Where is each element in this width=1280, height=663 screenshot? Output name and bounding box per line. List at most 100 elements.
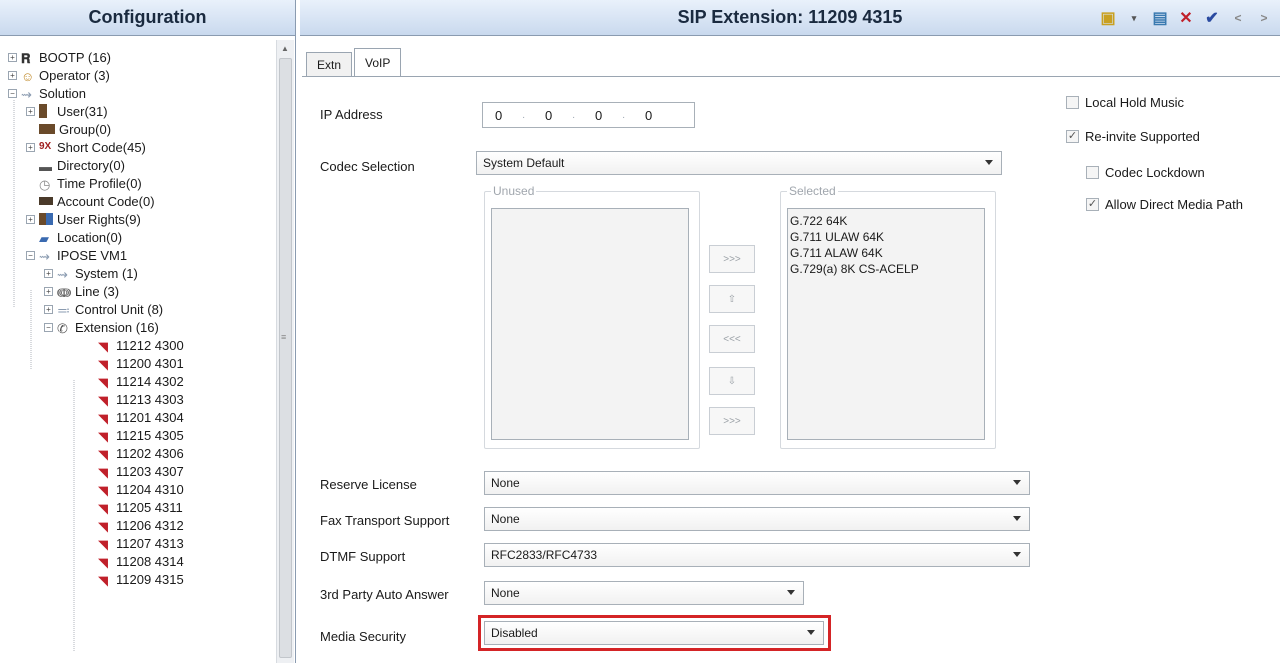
next-button[interactable]: > — [1254, 8, 1274, 28]
ip-address-field[interactable]: 0 . 0 . 0 . 0 — [482, 102, 695, 128]
tree-item-user-rights[interactable]: + User Rights(9) — [26, 210, 141, 228]
scroll-up-icon[interactable]: ▲ — [281, 44, 289, 53]
tree-item-system[interactable]: + ⇝ System (1) — [44, 264, 138, 282]
tree-item-user[interactable]: + User(31) — [26, 102, 108, 120]
tree-item-label: User Rights(9) — [57, 211, 141, 227]
tree-item-extension-entry[interactable]: ◥ 11213 4303 — [98, 390, 184, 409]
dtmf-support-label: DTMF Support — [320, 549, 406, 564]
reserve-license-select[interactable]: None — [484, 471, 1030, 495]
tree-item-group[interactable]: Group(0) — [39, 120, 111, 138]
tree-item-label: 11208 4314 — [116, 553, 184, 569]
tree-item-directory[interactable]: ▬ Directory(0) — [39, 156, 125, 175]
tree-item-account-code[interactable]: Account Code(0) — [39, 192, 155, 210]
reinvite-supported-checkbox[interactable]: ✓ — [1066, 130, 1079, 143]
tree-item-extension-entry[interactable]: ◥ 11206 4312 — [98, 516, 184, 535]
expand-icon[interactable]: + — [26, 142, 35, 152]
dtmf-support-select[interactable]: RFC2833/RFC4733 — [484, 543, 1030, 567]
media-security-select[interactable]: Disabled — [484, 621, 824, 645]
selected-codecs-list[interactable]: G.722 64K G.711 ULAW 64K G.711 ALAW 64K … — [787, 208, 985, 440]
tree-item-extension-entry[interactable]: ◥ 11215 4305 — [98, 426, 184, 445]
tree-item-operator[interactable]: + ☺ Operator (3) — [8, 66, 110, 84]
tree-item-label: Location(0) — [57, 229, 123, 245]
local-hold-music-label: Local Hold Music — [1085, 95, 1184, 110]
tree-item-ipose-vm1[interactable]: − ⇝ IPOSE VM1 — [26, 246, 127, 264]
tab-voip[interactable]: VoIP — [354, 48, 402, 76]
shortcode-icon: 9X — [39, 141, 52, 152]
tree-item-extension-entry[interactable]: ◥ 11201 4304 — [98, 408, 184, 427]
collapse-icon[interactable]: − — [26, 250, 35, 260]
chevron-down-icon — [1013, 552, 1021, 557]
tree-item-location[interactable]: ▰ Location(0) — [39, 228, 123, 247]
tree-item-time-profile[interactable]: ◷ Time Profile(0) — [39, 174, 142, 193]
arrow-down-icon: ⇩ — [727, 375, 737, 387]
collapse-icon[interactable]: − — [8, 88, 17, 98]
ip-octet-4[interactable]: 0 — [645, 108, 652, 123]
delete-icon[interactable]: ✕ — [1176, 8, 1196, 28]
tree-item-solution[interactable]: − ⇝ Solution — [8, 84, 86, 102]
dropdown-icon[interactable]: ▾ — [1124, 8, 1144, 28]
scroll-grip-icon: ≡ — [281, 332, 287, 342]
expand-icon[interactable]: + — [26, 106, 35, 116]
prev-button[interactable]: < — [1228, 8, 1248, 28]
reinvite-supported-checkbox-row[interactable]: ✓ Re-invite Supported — [1066, 129, 1200, 144]
collapse-icon[interactable]: − — [44, 322, 53, 332]
unused-codecs-list[interactable] — [491, 208, 689, 440]
tree-item-line[interactable]: + ↈ Line (3) — [44, 282, 119, 300]
expand-icon[interactable]: + — [8, 70, 17, 80]
tree-item-extension-entry[interactable]: ◥ 11207 4313 — [98, 534, 184, 553]
local-hold-music-checkbox-row[interactable]: Local Hold Music — [1066, 95, 1184, 110]
list-item[interactable]: G.711 ULAW 64K — [788, 229, 984, 245]
tree-item-bootp[interactable]: + 𝐑 BOOTP (16) — [8, 48, 111, 66]
add-all-codecs-button[interactable]: >>> — [709, 407, 755, 435]
allow-direct-media-path-checkbox[interactable]: ✓ — [1086, 198, 1099, 211]
move-down-button[interactable]: ⇩ — [709, 367, 755, 395]
list-item[interactable]: G.729(a) 8K CS-ACELP — [788, 261, 984, 277]
list-item[interactable]: G.711 ALAW 64K — [788, 245, 984, 261]
auto-answer-label: 3rd Party Auto Answer — [320, 587, 449, 602]
save-icon[interactable]: ▤ — [1150, 8, 1170, 28]
ip-octet-2[interactable]: 0 — [545, 108, 552, 123]
scroll-thumb[interactable] — [279, 58, 292, 658]
expand-icon[interactable]: + — [26, 214, 35, 224]
codec-lockdown-checkbox-row[interactable]: Codec Lockdown — [1086, 165, 1205, 180]
tree-item-extension-entry[interactable]: ◥ 11202 4306 — [98, 444, 184, 463]
expand-icon[interactable]: + — [44, 268, 53, 278]
tree-item-label: Control Unit (8) — [75, 301, 164, 317]
list-item[interactable]: G.722 64K — [788, 213, 984, 229]
ok-icon[interactable]: ✔ — [1202, 8, 1222, 28]
auto-answer-select[interactable]: None — [484, 581, 804, 605]
tree-item-extension-entry[interactable]: ◥ 11214 4302 — [98, 372, 184, 391]
tree-item-extension-entry[interactable]: ◥ 11200 4301 — [98, 354, 184, 373]
tab-extn[interactable]: Extn — [306, 52, 353, 76]
selected-codecs-title: Selected — [787, 184, 838, 198]
tree-item-extension-entry[interactable]: ◥ 11205 4311 — [98, 498, 183, 517]
new-icon[interactable]: ▣ — [1098, 8, 1118, 28]
configuration-title: Configuration — [0, 0, 295, 36]
tree-item-control-unit[interactable]: + ≕ Control Unit (8) — [44, 300, 163, 318]
tree-scrollbar[interactable]: ▲ ≡ — [276, 40, 294, 663]
codec-selection-select[interactable]: System Default — [476, 151, 1002, 175]
tree-item-extension-entry[interactable]: ◥ 11204 4310 — [98, 480, 184, 499]
ip-address-label: IP Address — [320, 107, 383, 122]
tree-item-short-code[interactable]: + 9X Short Code(45) — [26, 138, 146, 156]
tree-item-extension[interactable]: − ✆ Extension (16) — [44, 318, 159, 336]
remove-codec-button[interactable]: <<< — [709, 325, 755, 353]
allow-direct-media-path-checkbox-row[interactable]: ✓ Allow Direct Media Path — [1086, 197, 1243, 212]
reserve-license-value: None — [491, 476, 520, 490]
tab-bar: Extn VoIP — [306, 48, 403, 76]
add-codec-button[interactable]: >>> — [709, 245, 755, 273]
bootp-icon: 𝐑 — [21, 51, 31, 66]
ip-octet-3[interactable]: 0 — [595, 108, 602, 123]
codec-lockdown-checkbox[interactable] — [1086, 166, 1099, 179]
ip-octet-1[interactable]: 0 — [495, 108, 502, 123]
tree-item-extension-entry[interactable]: ◥ 11208 4314 — [98, 552, 184, 571]
tree-item-extension-entry[interactable]: ◥ 11203 4307 — [98, 462, 184, 481]
expand-icon[interactable]: + — [8, 52, 17, 62]
move-up-button[interactable]: ⇧ — [709, 285, 755, 313]
fax-transport-select[interactable]: None — [484, 507, 1030, 531]
local-hold-music-checkbox[interactable] — [1066, 96, 1079, 109]
expand-icon[interactable]: + — [44, 304, 53, 314]
expand-icon[interactable]: + — [44, 286, 53, 296]
tree-item-extension-entry-selected[interactable]: ◥ 11209 4315 — [98, 570, 184, 589]
tree-item-extension-entry[interactable]: ◥ 11212 4300 — [98, 336, 184, 355]
